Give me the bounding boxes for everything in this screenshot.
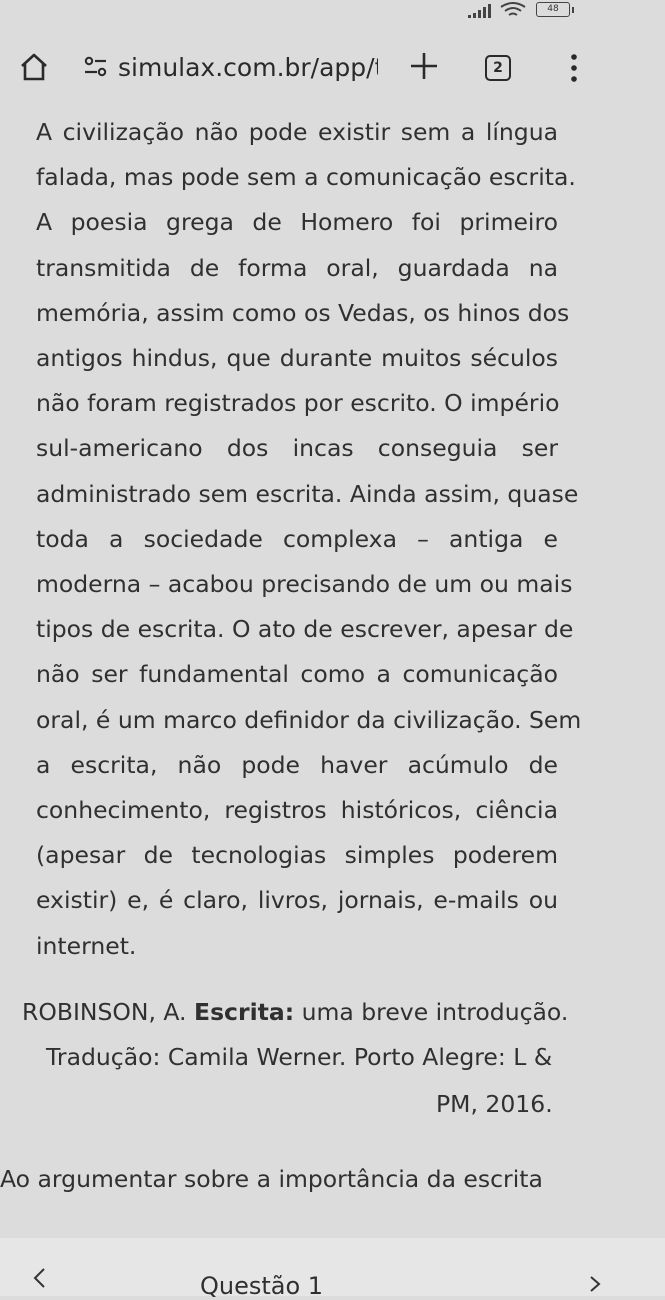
citation-translation: Tradução: Camila Werner. Porto Alegre: L… [46, 1043, 553, 1071]
paragraph-line: antigos hindus, que durante muitos sécul… [36, 344, 558, 373]
question-navigation: Questão 1 [0, 1238, 665, 1300]
paragraph-line: não ser fundamental como a comunicação [36, 660, 558, 689]
article-content: A civilização não pode existir sem a lín… [0, 100, 665, 1240]
paragraph-line: A poesia grega de Homero foi primeiro [36, 208, 558, 237]
paragraph-line: internet. [36, 931, 137, 960]
paragraph-line: toda a sociedade complexa – antiga e [36, 524, 558, 553]
signal-icon [468, 4, 491, 18]
chevron-right-icon[interactable] [586, 1274, 604, 1294]
citation-publisher: PM, 2016. [436, 1090, 553, 1118]
status-bar: 48 [0, 0, 665, 28]
paragraph-line: memória, assim como os Vedas, os hinos d… [36, 298, 570, 327]
more-options-icon[interactable] [566, 52, 582, 84]
question-text: Ao argumentar sobre a importância da esc… [0, 1165, 543, 1193]
citation-subtitle: uma breve introdução. [301, 998, 569, 1026]
paragraph-line: a escrita, não pode haver acúmulo de [36, 750, 558, 779]
paragraph-line: sul-americano dos incas conseguia ser [36, 434, 558, 463]
citation-author: ROBINSON, A. [22, 998, 187, 1026]
paragraph-line: (apesar de tecnologias simples poderem [36, 841, 558, 870]
paragraph-line: transmitida de forma oral, guardada na [36, 253, 558, 282]
article-paragraph: A civilização não pode existir sem a lín… [36, 110, 582, 969]
paragraph-line: conhecimento, registros históricos, ciên… [36, 796, 558, 825]
site-settings-icon[interactable] [84, 56, 108, 78]
home-icon[interactable] [18, 52, 50, 82]
tab-switcher-button[interactable]: 2 [485, 55, 511, 81]
paragraph-line: moderna – acabou precisando de um ou mai… [36, 570, 573, 599]
citation-title: Escrita: [194, 998, 295, 1026]
paragraph-line: tipos de escrita. O ato de escrever, ape… [36, 615, 574, 644]
battery-level: 48 [547, 4, 559, 14]
paragraph-line: existir) e, é claro, livros, jornais, e-… [36, 886, 558, 915]
paragraph-line: oral, é um marco definidor da civilizaçã… [36, 705, 582, 734]
paragraph-line: falada, mas pode sem a comunicação escri… [36, 163, 576, 192]
chevron-left-icon[interactable] [30, 1266, 50, 1290]
citation-line-1: ROBINSON, A. Escrita: uma breve introduç… [22, 990, 568, 1035]
address-bar[interactable]: simulax.com.br/app/te [118, 52, 378, 84]
paragraph-line: administrado sem escrita. Ainda assim, q… [36, 479, 579, 508]
paragraph-line: A civilização não pode existir sem a lín… [36, 118, 558, 146]
browser-toolbar: simulax.com.br/app/te 2 [0, 40, 665, 100]
paragraph-line: não foram registrados por escrito. O imp… [36, 389, 560, 418]
new-tab-icon[interactable] [408, 50, 440, 82]
battery-icon: 48 [536, 2, 574, 17]
wifi-icon [500, 2, 526, 16]
tab-count: 2 [493, 60, 503, 76]
